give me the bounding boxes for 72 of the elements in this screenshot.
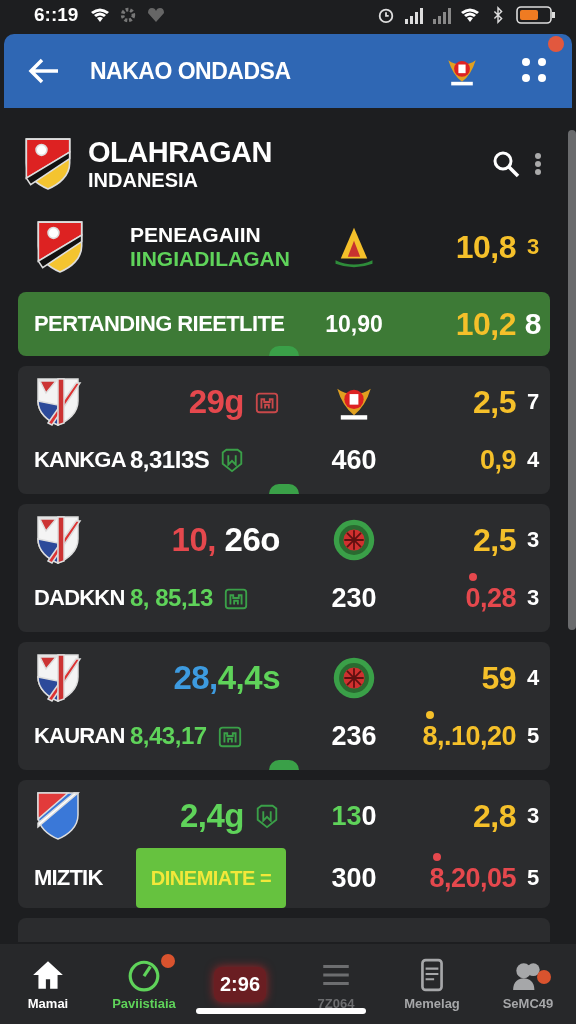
signal-icon: [432, 6, 452, 24]
rank-number: 3: [526, 527, 540, 553]
rank-number: 3: [526, 803, 540, 829]
highlight-number: 10,90: [325, 310, 383, 338]
odds-value: 0,28: [465, 582, 516, 614]
odds-value: 2,8: [473, 797, 516, 835]
status-time: 6::19: [34, 4, 79, 26]
odds-value: 10,8: [455, 228, 516, 266]
odds-value: 2,5: [473, 383, 516, 421]
back-icon[interactable]: [28, 57, 60, 85]
notification-badge: [161, 953, 175, 968]
count-text: 300: [331, 862, 377, 894]
count-text: 230: [331, 582, 377, 614]
match-title: PENEAGAIIN: [130, 223, 262, 247]
tab-handle[interactable]: [269, 346, 299, 356]
nav-item[interactable]: Paviistiaia: [96, 957, 192, 1011]
nav-item[interactable]: SeMC49: [480, 957, 576, 1011]
rank-number: 5: [526, 723, 540, 749]
tab-handle[interactable]: [269, 760, 299, 770]
odds-value: 10,2: [455, 305, 516, 343]
page-subtitle: INDANESIA: [88, 169, 199, 192]
stat-text: 8, 85,13: [130, 584, 213, 612]
team-name: KAURAN: [34, 723, 126, 749]
counter-button[interactable]: 2:96: [214, 966, 266, 1002]
rank-number: 4: [526, 447, 540, 473]
nav-item[interactable]: Mamai: [0, 957, 96, 1011]
match-card[interactable]: 2,4g 130 2,8 3 MIZTIK DINEMIATE = 300 8,20,05 5: [18, 780, 550, 908]
team-name: KANKGA: [34, 447, 127, 473]
tab-handle[interactable]: [269, 484, 299, 494]
score-text: 10, 26o: [171, 521, 280, 559]
emblem-icon: [332, 518, 376, 562]
stat-text: 8,43,17: [130, 722, 207, 750]
match-card[interactable]: 29g 2,5 7 KANKGA 8,31I3S 460 0,9 4: [18, 366, 550, 494]
rank-number: 3: [526, 234, 540, 260]
notification-badge: [537, 969, 551, 984]
stat-text: 8,31I3S: [130, 446, 210, 474]
odds-value: 59: [481, 659, 516, 697]
app-title: NAKAO ONDADSA: [90, 57, 292, 85]
score-text: 2,4g: [179, 797, 244, 835]
rank-number: 7: [526, 389, 540, 415]
rank-number: 4: [526, 665, 540, 691]
rank-number: 8: [524, 307, 542, 341]
team-name: MIZTIK: [34, 865, 104, 891]
odds-value: 8,.10,20: [422, 720, 516, 752]
odds-value: 8,20,05: [429, 862, 516, 894]
nav-item[interactable]: Memelag: [384, 957, 480, 1011]
more-icon[interactable]: [534, 152, 542, 176]
score-text: 29g: [188, 383, 244, 421]
team-name: DADKKN: [34, 585, 126, 611]
page-title: OLAHRAGAN: [88, 136, 273, 169]
match-card[interactable]: 28,4,4s 59 4 KAURAN 8,43,17 236 8,.10,20 5: [18, 642, 550, 770]
heart-icon: [146, 6, 167, 24]
highlight-title: PERTANDING RIEETLITE: [34, 311, 286, 337]
signal-icon: [404, 6, 424, 24]
alarm-icon: [376, 6, 396, 24]
odds-value: 0,9: [479, 444, 516, 476]
rank-number: 5: [526, 865, 540, 891]
emblem-icon: [332, 656, 376, 700]
notification-badge: [548, 36, 564, 52]
rank-number: 3: [526, 585, 540, 611]
score-text: 130: [331, 800, 377, 832]
highlight-bar[interactable]: PERTANDING RIEETLITE 10,90 10,2 8: [18, 292, 550, 356]
count-text: 236: [331, 720, 377, 752]
wifi-icon: [90, 6, 111, 24]
wifi-icon: [460, 6, 480, 24]
count-text: 460: [331, 444, 377, 476]
search-icon[interactable]: [492, 150, 520, 178]
match-card[interactable]: 10, 26o 2,5 3 DADKKN 8, 85,13 230 0,28 3: [18, 504, 550, 632]
odds-value: 2,5: [473, 521, 516, 559]
scrollbar[interactable]: [568, 130, 576, 630]
score-text: 28,4,4s: [173, 659, 280, 697]
battery-icon: [516, 6, 556, 24]
